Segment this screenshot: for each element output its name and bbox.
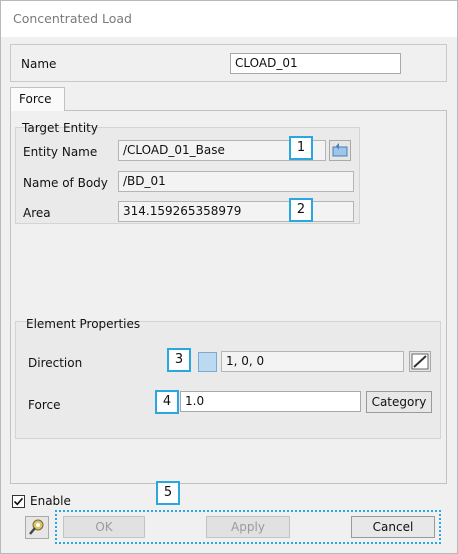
name-of-body-field: /BD_01 bbox=[118, 171, 354, 192]
callout-3: 3 bbox=[167, 348, 191, 372]
element-properties-group: Element Properties Direction 1, 0, 0 For… bbox=[15, 317, 441, 439]
callout-2: 2 bbox=[289, 198, 313, 222]
pick-entity-icon bbox=[332, 143, 348, 157]
direction-color-swatch[interactable] bbox=[198, 352, 217, 372]
direction-label: Direction bbox=[28, 356, 83, 370]
force-label: Force bbox=[28, 398, 61, 412]
tab-force[interactable]: Force bbox=[10, 87, 65, 111]
title-bar: Concentrated Load bbox=[1, 1, 457, 37]
callout-5: 5 bbox=[156, 481, 180, 505]
name-panel: Name CLOAD_01 bbox=[10, 44, 447, 82]
window-title: Concentrated Load bbox=[13, 11, 132, 26]
area-field: 314.159265358979 bbox=[118, 201, 354, 222]
name-of-body-label: Name of Body bbox=[23, 176, 108, 190]
name-label: Name bbox=[21, 57, 57, 71]
concentrated-load-dialog: Concentrated Load Name CLOAD_01 Force Ta… bbox=[0, 0, 458, 554]
target-entity-title: Target Entity bbox=[22, 121, 98, 135]
tool-wrench-icon bbox=[29, 519, 44, 535]
checkmark-icon bbox=[13, 497, 24, 506]
enable-label: Enable bbox=[30, 494, 71, 508]
direction-vector-button[interactable] bbox=[409, 351, 431, 372]
enable-checkbox[interactable] bbox=[12, 495, 25, 508]
force-tab-panel: Target Entity Entity Name /CLOAD_01_Base… bbox=[10, 110, 447, 484]
area-label: Area bbox=[23, 206, 51, 220]
vector-arrow-icon bbox=[411, 353, 429, 370]
force-input[interactable]: 1.0 bbox=[180, 391, 361, 412]
cancel-button[interactable]: Cancel bbox=[351, 516, 435, 538]
help-button[interactable] bbox=[25, 516, 49, 539]
callout-1: 1 bbox=[289, 136, 313, 160]
category-button[interactable]: Category bbox=[366, 391, 432, 413]
element-properties-title: Element Properties bbox=[26, 317, 141, 331]
direction-field[interactable]: 1, 0, 0 bbox=[221, 351, 404, 372]
entity-name-label: Entity Name bbox=[23, 145, 98, 159]
callout-4: 4 bbox=[155, 390, 179, 414]
apply-button[interactable]: Apply bbox=[206, 516, 290, 538]
name-input[interactable]: CLOAD_01 bbox=[230, 53, 401, 74]
entity-picker-button[interactable] bbox=[329, 140, 351, 161]
ok-button[interactable]: OK bbox=[63, 516, 145, 538]
